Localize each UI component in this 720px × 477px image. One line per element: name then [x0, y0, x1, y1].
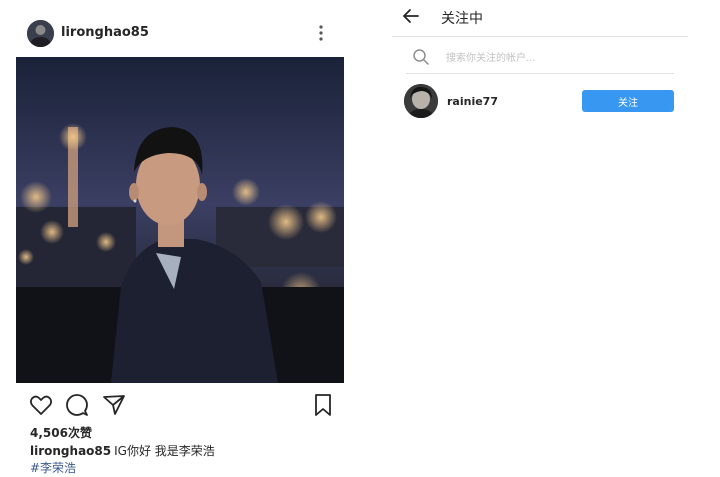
- back-arrow-icon[interactable]: [402, 7, 420, 25]
- avatar[interactable]: [27, 20, 54, 47]
- heart-icon[interactable]: [28, 392, 54, 418]
- search-icon: [412, 48, 430, 66]
- instagram-post: lironghao85 4,506次赞 lironghao85 IG你好 我是李…: [0, 0, 360, 477]
- search-bar: [406, 44, 674, 74]
- post-username[interactable]: lironghao85: [61, 25, 149, 40]
- following-header: 关注中: [392, 0, 688, 37]
- bookmark-icon[interactable]: [310, 392, 336, 418]
- following-username[interactable]: rainie77: [447, 95, 498, 108]
- search-input[interactable]: [446, 47, 666, 69]
- caption-username[interactable]: lironghao85: [30, 444, 111, 458]
- post-caption: lironghao85 IG你好 我是李荣浩: [30, 442, 215, 459]
- following-panel: 关注中 rainie77 关注: [392, 0, 688, 477]
- list-item[interactable]: rainie77 关注: [404, 83, 680, 121]
- follow-button[interactable]: 关注: [582, 90, 674, 112]
- hashtag-link[interactable]: #李荣浩: [30, 459, 76, 476]
- post-actions: [0, 388, 360, 422]
- more-icon[interactable]: [314, 22, 328, 44]
- share-icon[interactable]: [101, 392, 127, 418]
- avatar[interactable]: [404, 84, 438, 118]
- page-title: 关注中: [441, 11, 483, 27]
- post-header: lironghao85: [0, 0, 360, 56]
- post-photo[interactable]: [16, 57, 344, 383]
- caption-text: IG你好 我是李荣浩: [114, 444, 215, 458]
- like-count[interactable]: 4,506次赞: [30, 424, 92, 441]
- comment-icon[interactable]: [64, 392, 90, 418]
